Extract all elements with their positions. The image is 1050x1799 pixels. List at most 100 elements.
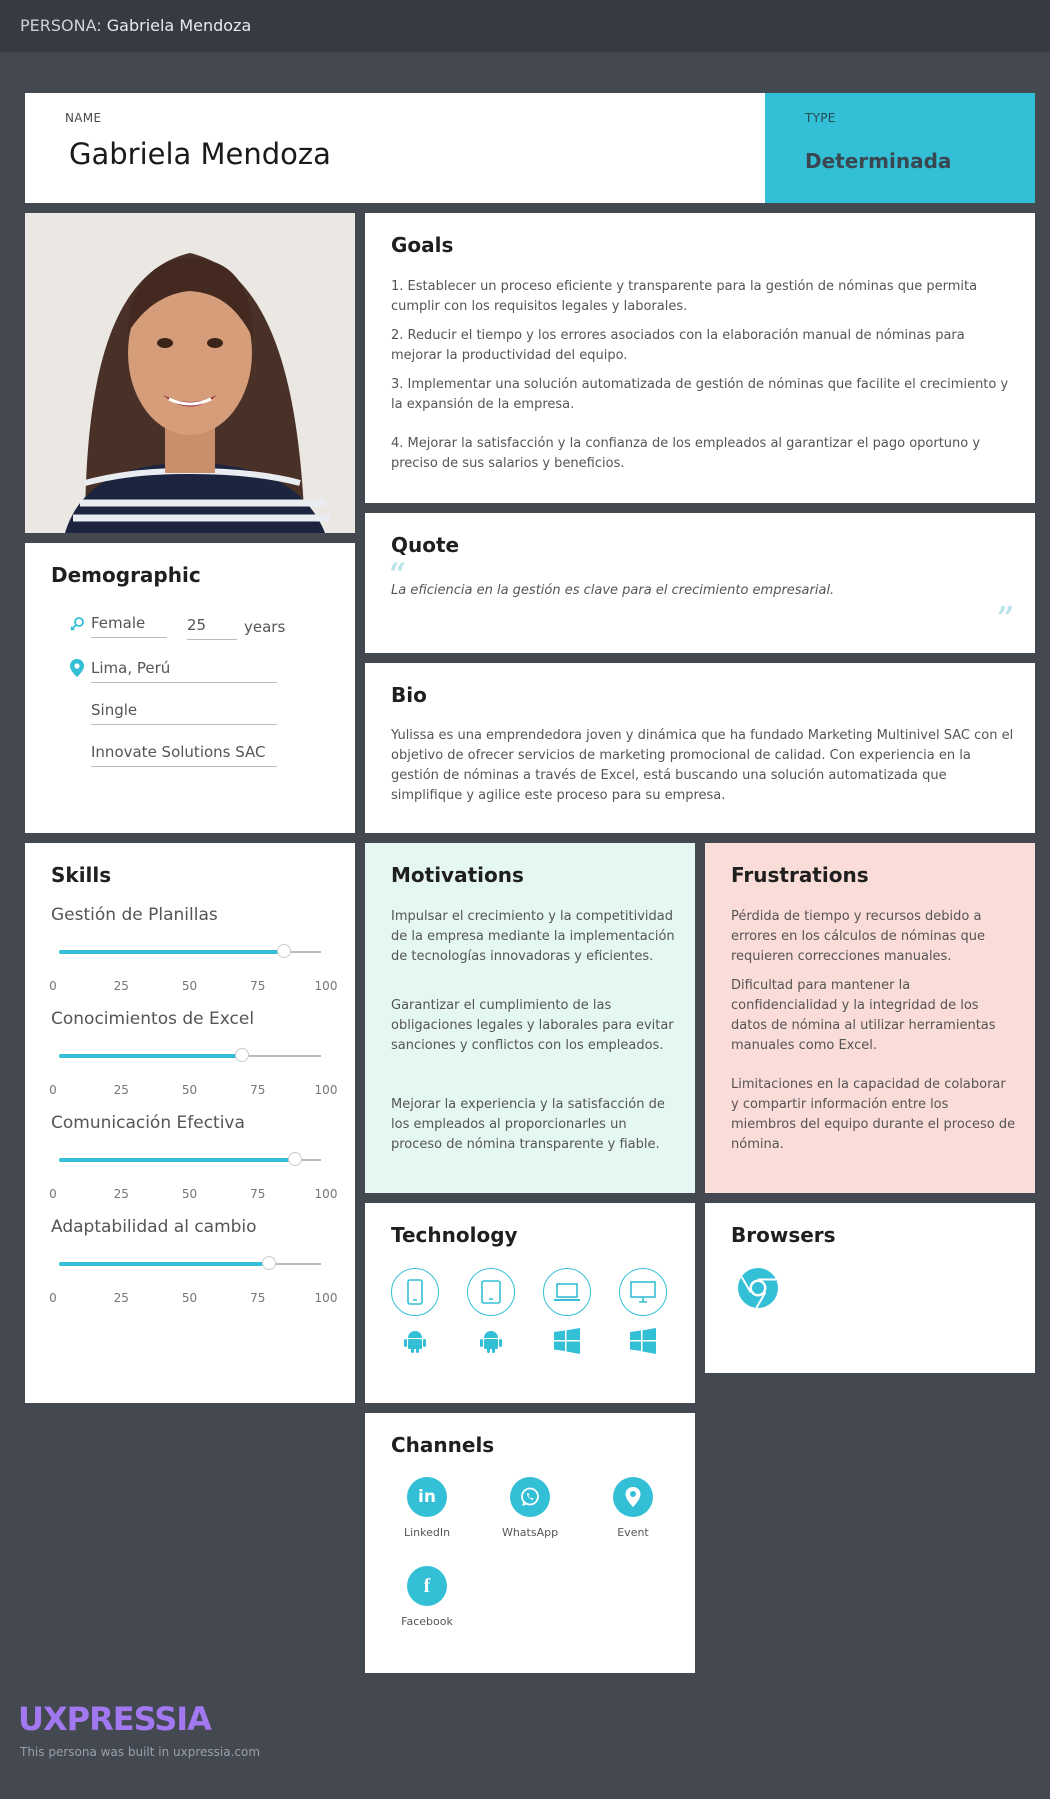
- skill-name: Gestión de Planillas: [51, 905, 218, 925]
- age-field[interactable]: 25: [187, 616, 237, 640]
- skill-knob[interactable]: [235, 1048, 250, 1062]
- frustrations-title: Frustrations: [731, 863, 869, 887]
- skill-knob[interactable]: [277, 944, 292, 958]
- skill-tick-label: 100: [314, 979, 338, 993]
- status-field[interactable]: Single: [91, 701, 277, 725]
- goal-item[interactable]: 3. Implementar una solución automatizada…: [391, 375, 1011, 415]
- skill-knob[interactable]: [261, 1256, 276, 1270]
- location-pin-icon: [70, 659, 84, 681]
- skill-tick-label: 50: [181, 1187, 198, 1201]
- skill-tick-label: 75: [250, 1083, 266, 1097]
- tablet-icon[interactable]: [467, 1268, 515, 1316]
- quote-title: Quote: [391, 533, 460, 557]
- skill-tick-label: 25: [113, 1187, 129, 1201]
- persona-photo[interactable]: [25, 213, 355, 533]
- demographic-card: Demographic Female 25 years Lima, Perú S…: [25, 543, 355, 833]
- skill-name: Adaptabilidad al cambio: [51, 1217, 257, 1237]
- skill-tick-label: 0: [49, 979, 57, 993]
- frustration-item[interactable]: Limitaciones en la capacidad de colabora…: [731, 1075, 1016, 1155]
- bio-text[interactable]: Yulissa es una emprendedora joven y diná…: [391, 726, 1016, 806]
- motivation-item[interactable]: Impulsar el crecimiento y la competitivi…: [391, 907, 676, 967]
- linkedin-icon: in: [407, 1477, 447, 1517]
- location-field[interactable]: Lima, Perú: [91, 659, 277, 683]
- portrait-illustration: [25, 213, 355, 533]
- skill-tick-label: 100: [314, 1083, 338, 1097]
- skill-name: Comunicación Efectiva: [51, 1113, 245, 1133]
- type-value[interactable]: Determinada: [805, 149, 951, 173]
- motivations-card: Motivations Impulsar el crecimiento y la…: [365, 843, 695, 1193]
- topbar-persona-name: Gabriela Mendoza: [106, 16, 252, 35]
- frustration-item[interactable]: Pérdida de tiempo y recursos debido a er…: [731, 907, 1016, 967]
- uxpressia-logo[interactable]: UXPRESSIA: [18, 1700, 212, 1738]
- company-field[interactable]: Innovate Solutions SAC: [91, 743, 277, 767]
- desktop-icon[interactable]: [619, 1268, 667, 1316]
- type-card: TYPE Determinada: [765, 93, 1035, 203]
- skill-tick-label: 100: [314, 1291, 338, 1305]
- skill-tick-label: 50: [181, 979, 198, 993]
- bio-title: Bio: [391, 683, 427, 707]
- goals-title: Goals: [391, 233, 454, 257]
- channels-card: Channels in LinkedIn WhatsApp Event f Fa…: [365, 1413, 695, 1673]
- skill-tick-label: 75: [250, 1291, 266, 1305]
- channel-whatsapp[interactable]: WhatsApp: [485, 1477, 575, 1539]
- skill-track[interactable]: [59, 1152, 321, 1166]
- skill-fill: [59, 950, 285, 954]
- frustrations-card: Frustrations Pérdida de tiempo y recurso…: [705, 843, 1035, 1193]
- goal-item[interactable]: 1. Establecer un proceso eficiente y tra…: [391, 277, 1011, 317]
- gender-field[interactable]: Female: [91, 614, 167, 638]
- android-icon: [401, 1327, 429, 1355]
- age-unit: years: [244, 618, 286, 636]
- technology-card: Technology: [365, 1203, 695, 1403]
- facebook-icon: f: [407, 1566, 447, 1606]
- skill-track[interactable]: [59, 944, 321, 958]
- technology-title: Technology: [391, 1223, 518, 1247]
- skill-track[interactable]: [59, 1048, 321, 1062]
- channel-label: Event: [617, 1526, 649, 1539]
- skill-tick-label: 0: [49, 1083, 57, 1097]
- skill-slider[interactable]: Adaptabilidad al cambio 0 25 50 75 100: [49, 1217, 341, 1317]
- skill-tick-label: 100: [314, 1187, 338, 1201]
- channel-label: Facebook: [401, 1615, 453, 1628]
- skill-fill: [59, 1158, 295, 1162]
- mobile-icon[interactable]: [391, 1268, 439, 1316]
- channel-label: WhatsApp: [501, 1526, 559, 1539]
- chrome-icon[interactable]: [737, 1267, 779, 1313]
- footer-note[interactable]: This persona was built in uxpressia.com: [20, 1745, 260, 1759]
- facebook-glyph: f: [423, 1574, 431, 1597]
- name-label: NAME: [65, 111, 102, 125]
- goal-item[interactable]: 2. Reducir el tiempo y los errores asoci…: [391, 326, 1011, 366]
- topbar-prefix: PERSONA:: [20, 16, 102, 35]
- skill-tick-label: 75: [250, 979, 266, 993]
- skill-slider[interactable]: Conocimientos de Excel 0 25 50 75 100: [49, 1009, 341, 1109]
- skill-slider[interactable]: Comunicación Efectiva 0 25 50 75 100: [49, 1113, 341, 1213]
- skill-tick-label: 50: [181, 1291, 198, 1305]
- channels-title: Channels: [391, 1433, 495, 1457]
- skill-tick-label: 75: [250, 1187, 266, 1201]
- frustration-item[interactable]: Dificultad para mantener la confidencial…: [731, 976, 1016, 1056]
- skill-tick-label: 25: [113, 1291, 129, 1305]
- quote-text[interactable]: La eficiencia en la gestión es clave par…: [391, 581, 834, 601]
- skill-track[interactable]: [59, 1256, 321, 1270]
- skill-slider[interactable]: Gestión de Planillas 0 25 50 75 100: [49, 905, 341, 1005]
- motivation-item[interactable]: Garantizar el cumplimiento de las obliga…: [391, 996, 676, 1056]
- skills-card: Skills Gestión de Planillas 0 25 50 75 100 Con…: [25, 843, 355, 1403]
- bio-card: Bio Yulissa es una emprendedora joven y …: [365, 663, 1035, 833]
- skill-knob[interactable]: [287, 1152, 302, 1166]
- quote-card: Quote “ La eficiencia en la gestión es c…: [365, 513, 1035, 653]
- close-quote-icon: ”: [997, 601, 1015, 636]
- skill-fill: [59, 1054, 243, 1058]
- browsers-title: Browsers: [731, 1223, 836, 1247]
- skill-tick-label: 0: [49, 1187, 57, 1201]
- motivation-item[interactable]: Mejorar la experiencia y la satisfacción…: [391, 1095, 676, 1155]
- demographic-title: Demographic: [51, 563, 201, 587]
- goal-item[interactable]: 4. Mejorar la satisfacción y la confianz…: [391, 434, 1011, 474]
- channel-event[interactable]: Event: [588, 1477, 678, 1539]
- skill-tick-label: 25: [113, 979, 129, 993]
- channel-linkedin[interactable]: in LinkedIn: [382, 1477, 472, 1539]
- windows-icon: [553, 1327, 581, 1355]
- persona-name[interactable]: Gabriela Mendoza: [69, 137, 331, 171]
- laptop-icon[interactable]: [543, 1268, 591, 1316]
- channel-facebook[interactable]: f Facebook: [382, 1566, 472, 1628]
- gender-icon: [69, 616, 85, 636]
- skill-fill: [59, 1262, 269, 1266]
